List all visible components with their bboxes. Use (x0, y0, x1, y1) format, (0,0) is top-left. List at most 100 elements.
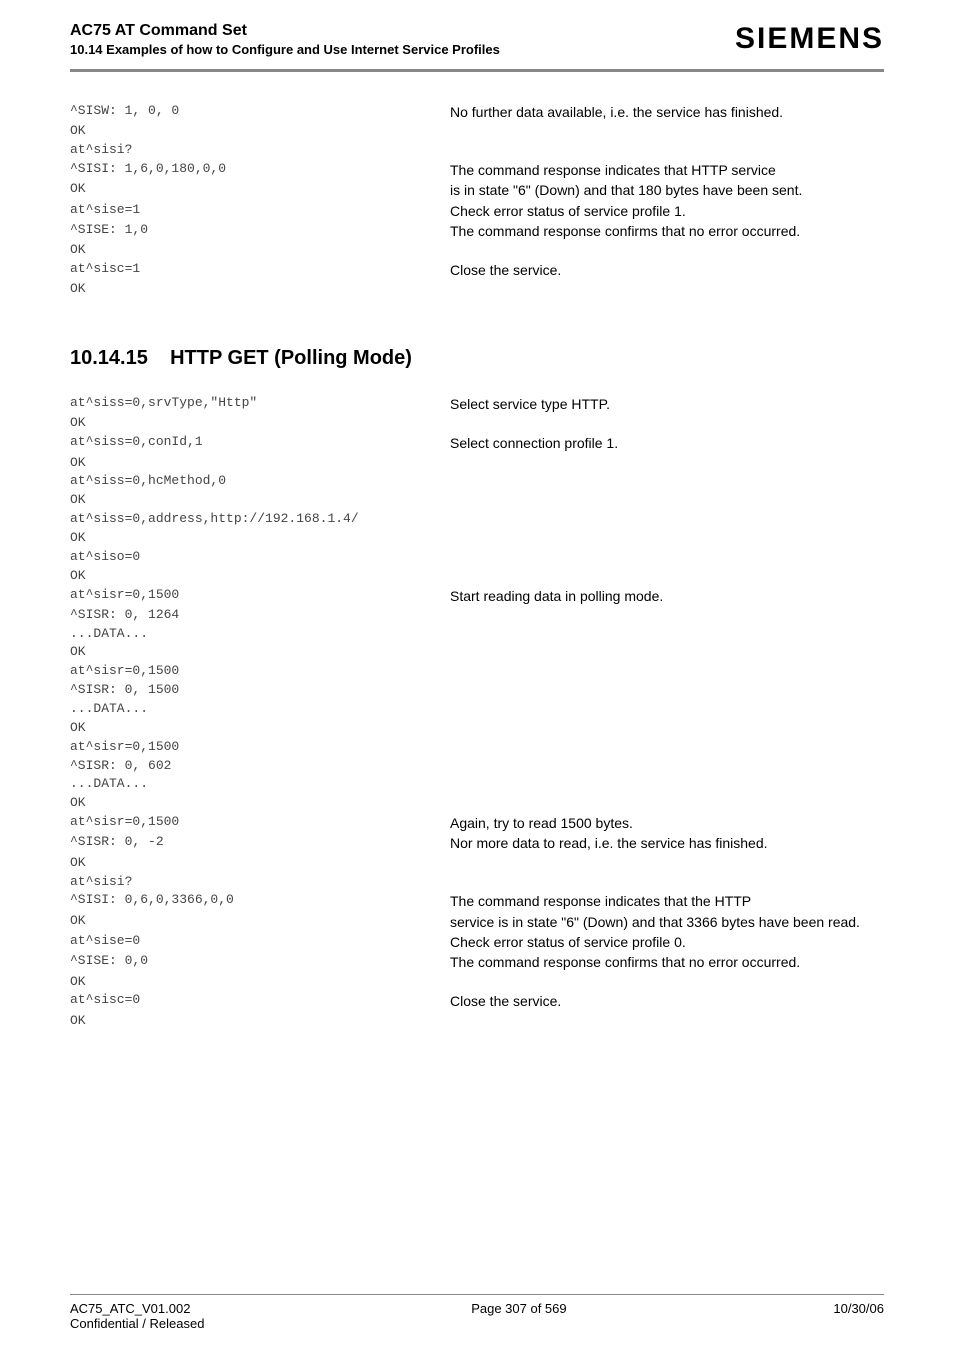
code-command: at^sisr=0,1500 (70, 813, 450, 832)
code-command: ^SISW: 1, 0, 0 (70, 102, 450, 121)
code-row: ^SISR: 0, -2Nor more data to read, i.e. … (70, 833, 884, 853)
code-row: at^sisc=0Close the service. (70, 991, 884, 1011)
code-description: The command response confirms that no er… (450, 952, 884, 972)
code-row: OK (70, 973, 884, 992)
footer-doc-id: AC75_ATC_V01.002 (70, 1301, 190, 1316)
code-row: ^SISE: 0,0The command response confirms … (70, 952, 884, 972)
code-row: ^SISR: 0, 1500 (70, 681, 884, 700)
code-row: OK (70, 794, 884, 813)
page-header: AC75 AT Command Set 10.14 Examples of ho… (70, 22, 884, 72)
code-command: at^siss=0,address,http://192.168.1.4/ (70, 510, 450, 529)
code-description: Again, try to read 1500 bytes. (450, 813, 884, 833)
code-row: OK (70, 241, 884, 260)
code-description: Close the service. (450, 260, 884, 280)
code-description: Close the service. (450, 991, 884, 1011)
code-row: OKservice is in state "6" (Down) and tha… (70, 912, 884, 932)
code-command: ^SISR: 0, 1500 (70, 681, 450, 700)
code-row: OK (70, 643, 884, 662)
code-row: ...DATA... (70, 625, 884, 644)
code-description: No further data available, i.e. the serv… (450, 102, 884, 122)
page-footer: AC75_ATC_V01.002 Confidential / Released… (70, 1294, 884, 1331)
code-row: ^SISR: 0, 602 (70, 757, 884, 776)
code-command: OK (70, 643, 450, 662)
code-row: ...DATA... (70, 700, 884, 719)
code-command: at^sisr=0,1500 (70, 738, 450, 757)
code-command: OK (70, 529, 450, 548)
code-command: at^sisi? (70, 873, 450, 892)
code-command: OK (70, 912, 450, 931)
code-command: OK (70, 454, 450, 473)
doc-title: AC75 AT Command Set (70, 22, 500, 40)
code-command: OK (70, 241, 450, 260)
code-description: The command response indicates that the … (450, 891, 884, 911)
code-command: at^sisi? (70, 141, 450, 160)
code-description: The command response indicates that HTTP… (450, 160, 884, 180)
code-command: ^SISE: 1,0 (70, 221, 450, 240)
code-description: The command response confirms that no er… (450, 221, 884, 241)
code-row: ^SISR: 0, 1264 (70, 606, 884, 625)
code-command: OK (70, 180, 450, 199)
code-command: ^SISR: 0, 602 (70, 757, 450, 776)
code-row: OK (70, 529, 884, 548)
code-row: at^sisi? (70, 873, 884, 892)
code-description: service is in state "6" (Down) and that … (450, 912, 884, 932)
code-command: OK (70, 1012, 450, 1031)
code-row: OK (70, 1012, 884, 1031)
code-description: Select connection profile 1. (450, 433, 884, 453)
code-command: at^siss=0,hcMethod,0 (70, 472, 450, 491)
code-command: OK (70, 280, 450, 299)
code-row: OK (70, 567, 884, 586)
code-command: OK (70, 973, 450, 992)
code-row: at^sisi? (70, 141, 884, 160)
code-row: at^siss=0,conId,1Select connection profi… (70, 433, 884, 453)
code-row: at^sise=0Check error status of service p… (70, 932, 884, 952)
code-description: Check error status of service profile 1. (450, 201, 884, 221)
code-command: OK (70, 491, 450, 510)
code-row: at^sisr=0,1500 (70, 738, 884, 757)
code-command: at^sisr=0,1500 (70, 586, 450, 605)
code-row: OK (70, 719, 884, 738)
code-row: ...DATA... (70, 775, 884, 794)
code-command: ^SISR: 0, -2 (70, 833, 450, 852)
code-row: at^sisc=1Close the service. (70, 260, 884, 280)
footer-confidential: Confidential / Released (70, 1316, 204, 1331)
code-command: OK (70, 122, 450, 141)
code-command: ^SISI: 0,6,0,3366,0,0 (70, 891, 450, 910)
code-description: is in state "6" (Down) and that 180 byte… (450, 180, 884, 200)
section-number: 10.14.15 (70, 347, 148, 369)
code-command: ^SISE: 0,0 (70, 952, 450, 971)
code-description: Nor more data to read, i.e. the service … (450, 833, 884, 853)
code-command: ...DATA... (70, 775, 450, 794)
code-command: at^sisc=0 (70, 991, 450, 1010)
code-row: at^siso=0 (70, 548, 884, 567)
code-description: Select service type HTTP. (450, 394, 884, 414)
code-row: at^sise=1Check error status of service p… (70, 201, 884, 221)
code-command: OK (70, 794, 450, 813)
code-row: OK (70, 122, 884, 141)
code-row: ^SISI: 0,6,0,3366,0,0The command respons… (70, 891, 884, 911)
code-command: ^SISI: 1,6,0,180,0,0 (70, 160, 450, 179)
code-row: OK (70, 491, 884, 510)
code-command: at^siso=0 (70, 548, 450, 567)
code-command: OK (70, 567, 450, 586)
code-row: ^SISW: 1, 0, 0No further data available,… (70, 102, 884, 122)
code-row: at^sisr=0,1500Start reading data in poll… (70, 586, 884, 606)
code-row: OK (70, 454, 884, 473)
code-example-block-1: ^SISW: 1, 0, 0No further data available,… (70, 102, 884, 299)
code-row: OK (70, 280, 884, 299)
code-row: at^sisr=0,1500Again, try to read 1500 by… (70, 813, 884, 833)
code-row: at^siss=0,srvType,"Http"Select service t… (70, 394, 884, 414)
section-title: HTTP GET (Polling Mode) (170, 347, 412, 369)
code-command: at^siss=0,srvType,"Http" (70, 394, 450, 413)
footer-left: AC75_ATC_V01.002 Confidential / Released (70, 1301, 204, 1331)
footer-date: 10/30/06 (833, 1301, 884, 1331)
code-command: ...DATA... (70, 625, 450, 644)
code-command: OK (70, 414, 450, 433)
doc-subtitle: 10.14 Examples of how to Configure and U… (70, 42, 500, 57)
code-row: OKis in state "6" (Down) and that 180 by… (70, 180, 884, 200)
code-row: at^sisr=0,1500 (70, 662, 884, 681)
code-row: at^siss=0,hcMethod,0 (70, 472, 884, 491)
code-example-block-2: at^siss=0,srvType,"Http"Select service t… (70, 394, 884, 1030)
section-heading: 10.14.15 HTTP GET (Polling Mode) (70, 347, 884, 370)
header-left: AC75 AT Command Set 10.14 Examples of ho… (70, 22, 500, 57)
